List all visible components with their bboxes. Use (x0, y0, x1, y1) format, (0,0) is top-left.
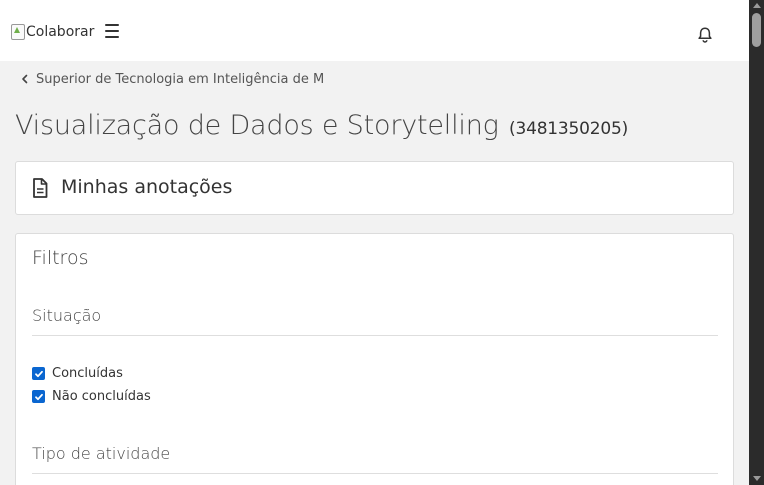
filter-not-completed-checkbox[interactable]: Não concluídas (32, 389, 151, 404)
filter-completed-label: Concluídas (52, 366, 123, 381)
page: Colaborar Superior de Tecnologia em Inte… (0, 0, 749, 485)
scrollbar-thumb[interactable] (752, 13, 761, 47)
situation-section-title: Situação (32, 306, 102, 325)
scroll-up-arrow-icon[interactable] (753, 3, 761, 8)
top-bar: Colaborar (0, 0, 749, 61)
broken-image-icon (11, 24, 25, 40)
filter-completed-checkbox[interactable]: Concluídas (32, 366, 123, 381)
filter-not-completed-label: Não concluídas (52, 389, 151, 404)
bell-icon[interactable] (696, 26, 714, 44)
divider (32, 473, 718, 474)
breadcrumb-label: Superior de Tecnologia em Inteligência d… (36, 71, 325, 87)
hamburger-menu-icon[interactable] (105, 24, 119, 38)
document-icon (33, 178, 48, 198)
my-notes-label: Minhas anotações (61, 176, 233, 198)
scroll-down-arrow-icon[interactable] (753, 476, 761, 481)
scrollbar[interactable] (749, 0, 764, 485)
my-notes-card[interactable]: Minhas anotações (15, 161, 734, 215)
course-code: (3481350205) (509, 119, 629, 139)
logo[interactable]: Colaborar (11, 23, 94, 41)
activity-type-section-title: Tipo de atividade (32, 444, 171, 463)
chevron-left-icon (22, 74, 28, 84)
checkbox-checked-icon[interactable] (32, 367, 45, 380)
page-title: Visualização de Dados e Storytelling (34… (15, 110, 628, 141)
divider (32, 335, 718, 336)
checkbox-checked-icon[interactable] (32, 390, 45, 403)
course-title-text: Visualização de Dados e Storytelling (15, 110, 499, 141)
logo-alt-text: Colaborar (26, 24, 95, 40)
filters-card: Filtros Situação Concluídas Não concluíd… (15, 233, 734, 485)
breadcrumb[interactable]: Superior de Tecnologia em Inteligência d… (20, 70, 324, 88)
filters-title: Filtros (32, 247, 89, 269)
